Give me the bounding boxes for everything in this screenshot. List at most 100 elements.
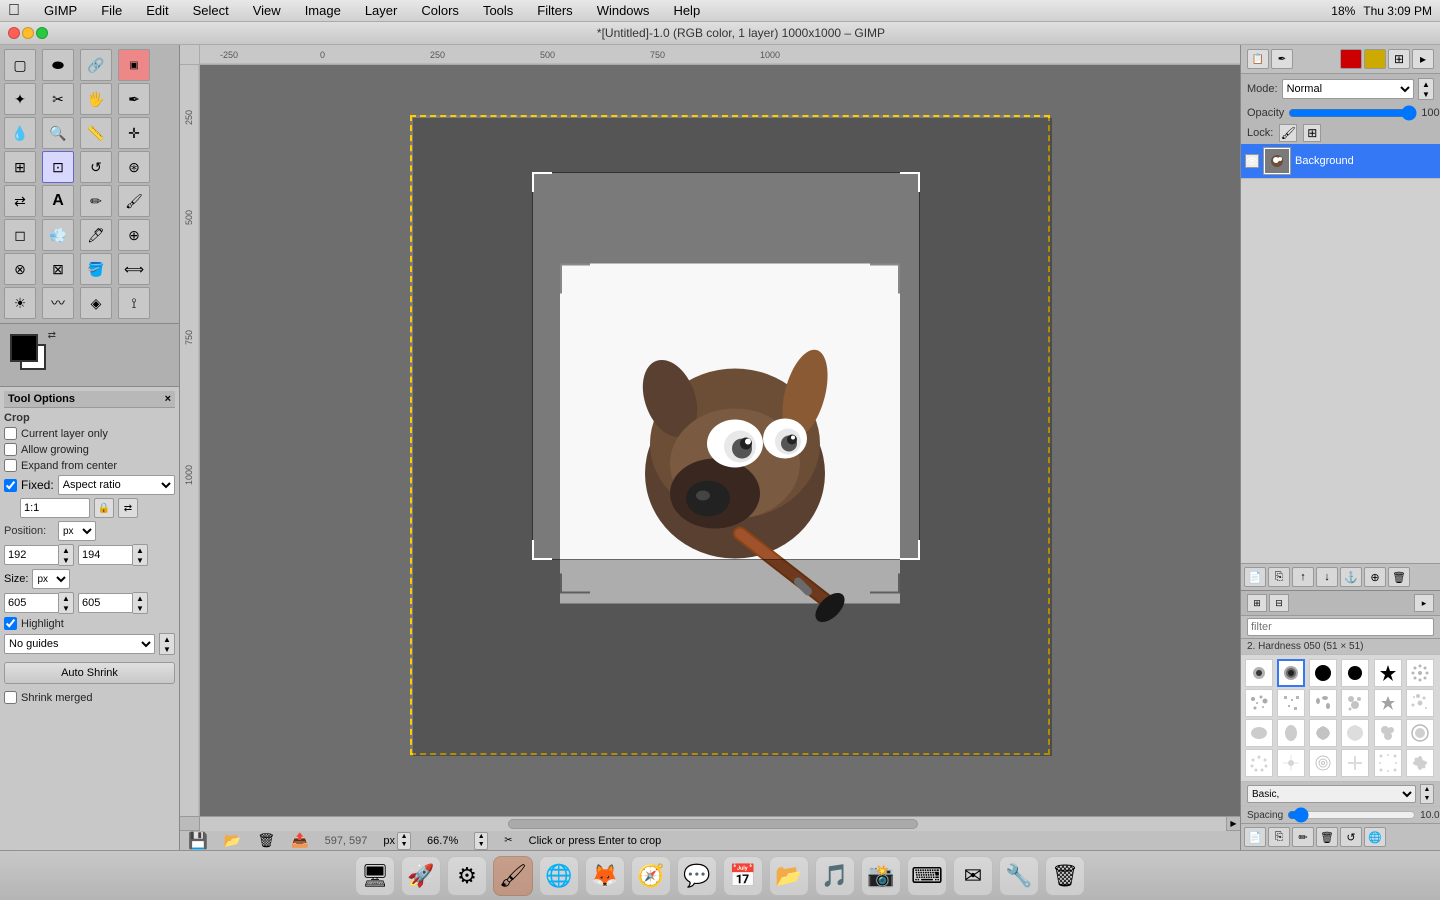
size-h-up[interactable]: ▲ bbox=[133, 593, 147, 603]
menu-gimp[interactable]: GIMP bbox=[40, 3, 81, 18]
lock-position-button[interactable]: ⊞ bbox=[1303, 124, 1321, 142]
patterns-button[interactable]: ⊞ bbox=[1247, 594, 1267, 612]
brush-cell-splat5[interactable] bbox=[1374, 749, 1402, 777]
tool-transform[interactable]: ⊛ bbox=[118, 151, 150, 183]
crop-handle-bl[interactable] bbox=[532, 540, 552, 560]
paths-button[interactable]: ✒ bbox=[1271, 49, 1293, 69]
tool-rotate[interactable]: ↺ bbox=[80, 151, 112, 183]
mode-down[interactable]: ▼ bbox=[1419, 89, 1433, 99]
dock-music[interactable]: 🎵 bbox=[815, 856, 855, 896]
tool-airbrush[interactable]: 💨 bbox=[42, 219, 74, 251]
position-x-input[interactable] bbox=[4, 545, 59, 565]
anchor-layer-button[interactable]: ⚓ bbox=[1340, 567, 1362, 587]
allow-growing-checkbox[interactable] bbox=[4, 443, 17, 456]
layer-item-background[interactable]: 👁 Background bbox=[1241, 144, 1440, 179]
tool-blend[interactable]: ⟺ bbox=[118, 253, 150, 285]
apple-menu[interactable]:  bbox=[8, 2, 20, 20]
tool-foreground-select[interactable]: 🖐 bbox=[80, 83, 112, 115]
dock-launchpad[interactable]: 🚀 bbox=[401, 856, 441, 896]
brush-cell-blob5[interactable] bbox=[1374, 719, 1402, 747]
tool-measure[interactable]: 📏 bbox=[80, 117, 112, 149]
crop-handle-br[interactable] bbox=[900, 540, 920, 560]
delete-brush-button[interactable]: 🗑 bbox=[1316, 827, 1338, 847]
expand-from-center-checkbox[interactable] bbox=[4, 459, 17, 472]
guides-select[interactable]: No guides bbox=[4, 634, 155, 654]
tool-dodge[interactable]: ☀ bbox=[4, 287, 36, 319]
dock-system-prefs[interactable]: ⚙ bbox=[447, 856, 487, 896]
merge-layer-button[interactable]: ⊕ bbox=[1364, 567, 1386, 587]
edit-brush-button[interactable]: ✏ bbox=[1292, 827, 1314, 847]
red-channel-button[interactable] bbox=[1340, 49, 1362, 69]
h-scrollbar[interactable]: ▶ bbox=[180, 816, 1240, 830]
document-canvas[interactable] bbox=[410, 115, 1050, 755]
gradients-button[interactable]: ⊟ bbox=[1269, 594, 1289, 612]
tool-pencil[interactable]: ✏ bbox=[80, 185, 112, 217]
opacity-slider[interactable] bbox=[1288, 106, 1417, 120]
spacing-slider[interactable] bbox=[1287, 809, 1416, 821]
status-unit-up[interactable]: ▲ bbox=[398, 833, 410, 841]
tool-bucket[interactable]: 🪣 bbox=[80, 253, 112, 285]
menu-select[interactable]: Select bbox=[189, 3, 233, 18]
foreground-color-swatch[interactable] bbox=[10, 334, 38, 362]
brush-cell-fuzzy-small[interactable] bbox=[1245, 659, 1273, 687]
menu-image[interactable]: Image bbox=[301, 3, 345, 18]
brush-cell-splat1[interactable] bbox=[1245, 749, 1273, 777]
fixed-checkbox[interactable] bbox=[4, 479, 17, 492]
move-layer-up-button[interactable]: ↑ bbox=[1292, 567, 1314, 587]
position-x-down[interactable]: ▼ bbox=[59, 555, 73, 565]
menu-help[interactable]: Help bbox=[669, 3, 704, 18]
menu-layer[interactable]: Layer bbox=[361, 3, 402, 18]
brush-cell-splat4[interactable] bbox=[1341, 749, 1369, 777]
dock-finder[interactable]: 🖥 bbox=[355, 856, 395, 896]
dock-chrome[interactable]: 🌐 bbox=[539, 856, 579, 896]
status-zoom-up[interactable]: ▲ bbox=[475, 833, 487, 841]
menu-tools[interactable]: Tools bbox=[479, 3, 517, 18]
brushes-expand-button[interactable]: ▸ bbox=[1414, 594, 1434, 612]
move-layer-down-button[interactable]: ↓ bbox=[1316, 567, 1338, 587]
close-button[interactable] bbox=[8, 27, 20, 39]
size-h-input[interactable] bbox=[78, 593, 133, 613]
auto-shrink-button[interactable]: Auto Shrink bbox=[4, 662, 175, 684]
refresh-brush-button[interactable]: ↺ bbox=[1340, 827, 1362, 847]
brush-category-down[interactable]: ▼ bbox=[1421, 794, 1433, 803]
size-w-input[interactable] bbox=[4, 593, 59, 613]
save-button[interactable]: 💾 bbox=[188, 831, 208, 851]
brush-category-select[interactable]: Basic, bbox=[1247, 785, 1416, 803]
size-w-up[interactable]: ▲ bbox=[59, 593, 73, 603]
status-unit-down[interactable]: ▼ bbox=[398, 841, 410, 849]
mode-up[interactable]: ▲ bbox=[1419, 79, 1433, 89]
brush-cell-scatter5[interactable] bbox=[1374, 689, 1402, 717]
tool-heal[interactable]: ⊗ bbox=[4, 253, 36, 285]
tool-options-close[interactable]: × bbox=[165, 393, 171, 405]
brush-cell-hardness-050[interactable] bbox=[1277, 659, 1305, 687]
minimize-button[interactable] bbox=[22, 27, 34, 39]
brush-cell-splat3[interactable] bbox=[1309, 749, 1337, 777]
position-y-up[interactable]: ▲ bbox=[133, 545, 147, 555]
new-brush-button[interactable]: 📄 bbox=[1244, 827, 1266, 847]
tool-crop[interactable]: ⊡ bbox=[42, 151, 74, 183]
tool-rect-select[interactable]: ▢ bbox=[4, 49, 36, 81]
crop-handle-tr[interactable] bbox=[900, 172, 920, 192]
trash-button[interactable]: 🗑 bbox=[257, 832, 275, 849]
dock-photos[interactable]: 📸 bbox=[861, 856, 901, 896]
fixed-select[interactable]: Aspect ratio bbox=[58, 475, 175, 495]
menu-view[interactable]: View bbox=[249, 3, 285, 18]
highlight-checkbox[interactable] bbox=[4, 617, 17, 630]
dock-calendar[interactable]: 📅 bbox=[723, 856, 763, 896]
tool-eraser[interactable]: ◻ bbox=[4, 219, 36, 251]
current-layer-checkbox[interactable] bbox=[4, 427, 17, 440]
dock-messages[interactable]: 💬 bbox=[677, 856, 717, 896]
tool-clone[interactable]: ⊕ bbox=[118, 219, 150, 251]
brush-cell-circle-large[interactable] bbox=[1309, 659, 1337, 687]
tool-warp[interactable]: ⟟ bbox=[118, 287, 150, 319]
layer-visibility-eye[interactable]: 👁 bbox=[1245, 154, 1259, 168]
brush-category-up[interactable]: ▲ bbox=[1421, 785, 1433, 794]
brush-cell-blob4[interactable] bbox=[1341, 719, 1369, 747]
brush-cell-scatter6[interactable] bbox=[1406, 689, 1434, 717]
dock-trash[interactable]: 🗑 bbox=[1045, 856, 1085, 896]
tool-align[interactable]: ⊞ bbox=[4, 151, 36, 183]
brush-cell-blob6[interactable] bbox=[1406, 719, 1434, 747]
size-unit-select[interactable]: px bbox=[32, 569, 70, 589]
tool-scissors[interactable]: ✂ bbox=[42, 83, 74, 115]
status-zoom-down[interactable]: ▼ bbox=[475, 841, 487, 849]
